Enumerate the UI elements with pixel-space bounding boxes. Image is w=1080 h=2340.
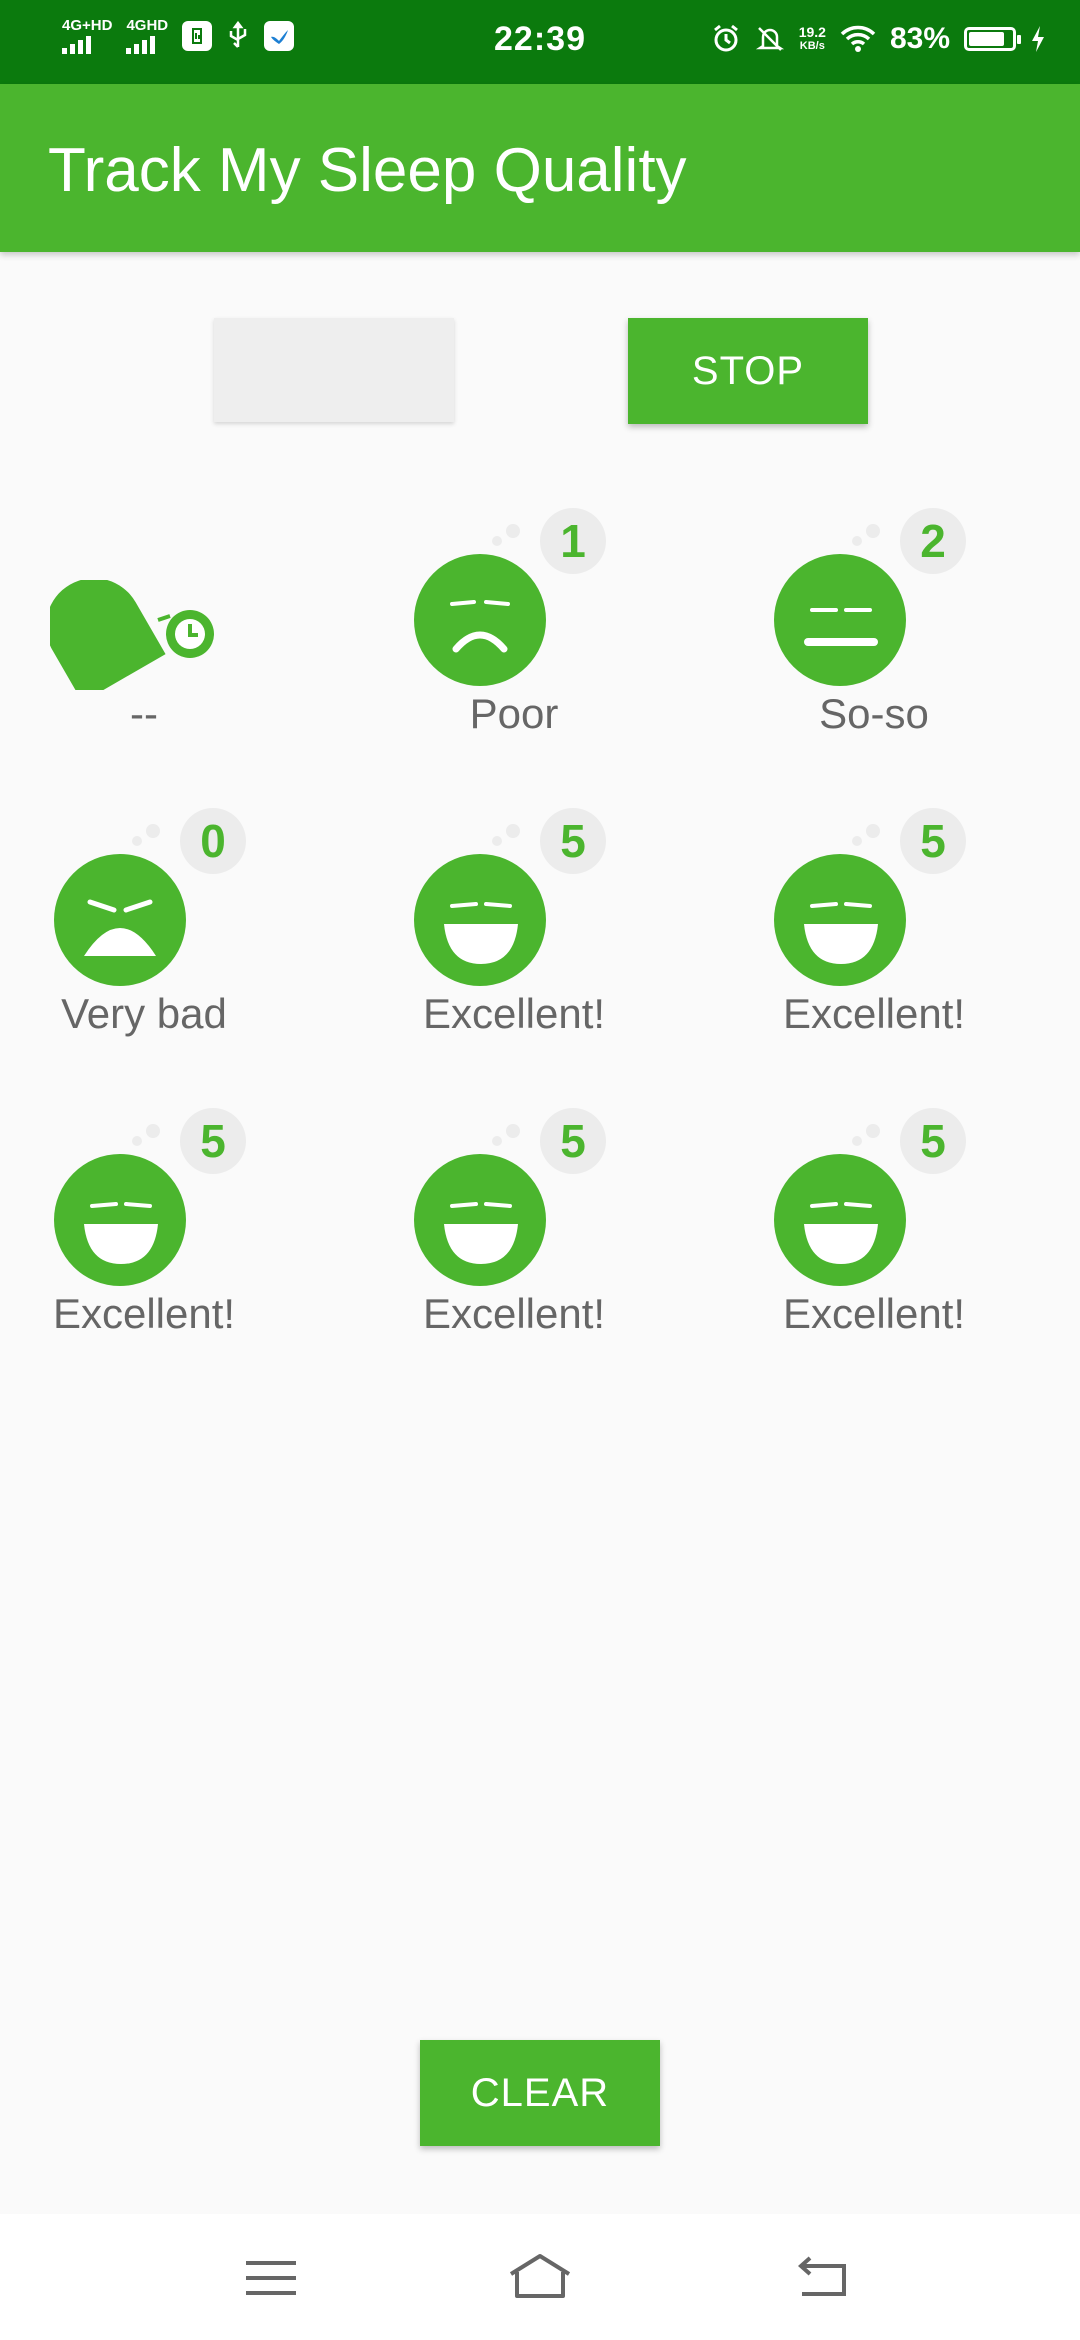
sleep-quality-label: Excellent! [422,990,606,1037]
sleep-night-item[interactable]: 0 Very bad [0,800,360,1060]
quality-badge: 5 [180,1108,246,1174]
excellent-face-icon [54,1154,186,1286]
battery-level [969,32,1004,46]
very-bad-face-icon [54,854,186,986]
net-speed-unit: KB/s [799,40,825,52]
excellent-face-icon [774,854,906,986]
poor-face-icon [414,554,546,686]
quality-badge: 0 [180,808,246,874]
status-bar: 4G+HD 4GHD 22:39 19.2 KB/s 83% [0,0,1080,84]
sleep-quality-label: Excellent! [422,1290,606,1337]
sleep-quality-label: Poor [469,690,559,737]
battery-percent: 83% [889,22,950,55]
sleep-night-item[interactable]: 5 Excellent! [720,1100,1080,1360]
sleep-night-item[interactable]: 5 Excellent! [0,1100,360,1360]
battery-icon [964,27,1021,51]
status-right: 19.2 KB/s 83% [711,22,1046,56]
net-speed: 19.2 KB/s [799,25,826,53]
menu-icon[interactable] [236,2248,306,2308]
sleep-quality-label: Excellent! [52,1290,236,1337]
back-icon[interactable] [788,2248,858,2308]
sleep-night-item[interactable]: 1 Poor [360,500,720,760]
net-speed-value: 19.2 [798,24,826,40]
quality-badge: 5 [540,1108,606,1174]
clear-button[interactable]: CLEAR [420,2040,660,2146]
charging-icon [1032,26,1044,52]
sleep-quality-label: Excellent! [782,1290,966,1337]
quality-badge: 5 [540,808,606,874]
sleep-night-item[interactable]: 5 Excellent! [360,800,720,1060]
sleep-quality-label: -- [130,690,158,737]
excellent-face-icon [414,1154,546,1286]
home-icon[interactable] [505,2248,575,2308]
stop-button[interactable]: STOP [628,318,868,424]
quality-badge: 5 [900,1108,966,1174]
alarm-icon [713,24,738,52]
navigation-bar [0,2214,1080,2340]
excellent-face-icon [774,1154,906,1286]
sleep-night-item[interactable]: 5 Excellent! [720,800,1080,1060]
sleep-quality-label: So-so [819,690,929,737]
wifi-icon [840,25,876,52]
page-title: Track My Sleep Quality [48,136,687,205]
quality-badge: 1 [540,508,606,574]
so-so-face-icon [774,554,906,686]
sleep-quality-label: Excellent! [782,990,966,1037]
sleep-quality-label: Very bad [61,990,227,1037]
sleep-night-item[interactable]: 5 Excellent! [360,1100,720,1360]
sleep-night-item[interactable]: -- [0,500,360,760]
app-bar: Track My Sleep Quality [0,84,1080,252]
start-button[interactable] [214,318,454,422]
excellent-face-icon [414,854,546,986]
quality-badge: 5 [900,808,966,874]
sleep-night-item[interactable]: 2 So-so [720,500,1080,760]
quality-badge: 2 [900,508,966,574]
notifications-off-icon [755,27,784,51]
screen: 4G+HD 4GHD 22:39 19.2 KB/s 83% Track My … [0,0,1080,2340]
android-sleeping-icon [46,578,230,703]
